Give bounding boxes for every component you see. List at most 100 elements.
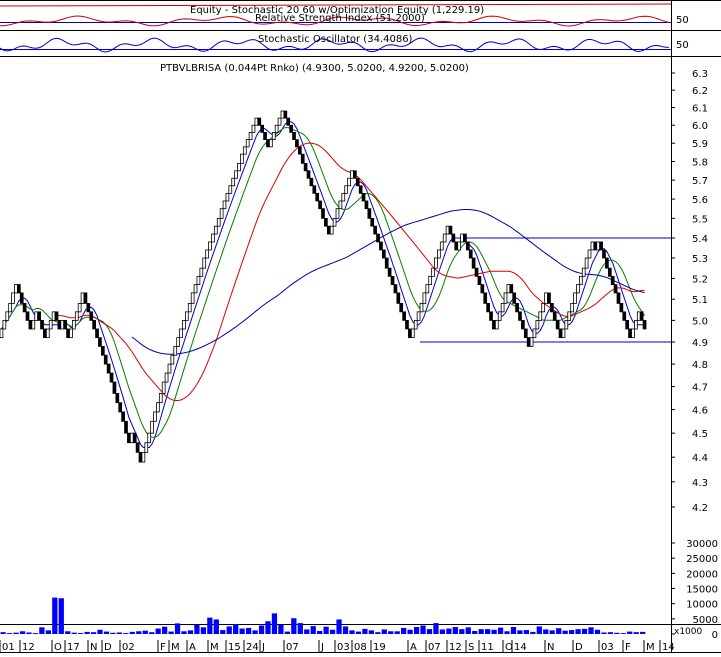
volume-bar [155,628,161,634]
volume-bar [45,630,51,634]
price-tick-label: 4.8 [692,360,708,371]
equity-tick-50: 50 [676,15,689,26]
volume-bar [278,624,284,634]
volume-bar [336,619,342,634]
brick-up [187,302,192,313]
brick-up [231,177,236,187]
volume-panel: 30000 25000 20000 15000 10000 5000 0 x1000 [0,539,718,641]
volume-bar [90,632,97,634]
price-panel: PTBVLBRISA (0.044Pt Rnko) (4.9300, 5.020… [0,63,708,514]
price-tick-label: 4.2 [692,503,708,514]
x-tick-label: 03 [337,642,350,653]
price-tick-label: 4.6 [692,406,708,417]
volume-bar [310,626,316,634]
brick-down [555,319,560,330]
brick-up [161,381,166,394]
volume-bar [446,628,452,634]
brick-up [503,292,508,304]
brick-up [248,131,253,140]
brick-down [127,432,131,444]
brick-down [263,131,267,140]
price-axis: 6.3 6.2 6.1 6.0 5.9 5.8 5.7 5.6 5.5 5.4 5.3 5.2 5.1 5… [671,69,708,514]
volume-bar [181,631,187,634]
brick-down [405,319,409,330]
brick-down [619,302,624,313]
brick-down [100,345,105,356]
brick-up [587,249,592,259]
brick-down [399,302,404,313]
brick-up [69,328,73,339]
brick-up [347,177,351,187]
brick-down [463,233,467,243]
volume-bar [627,631,633,634]
volume-bar [329,629,336,634]
x-tick-label: 03 [601,642,614,653]
brick-down [593,241,598,251]
brick-down [16,284,21,294]
volume-bar [491,629,497,634]
ma-long-line [131,209,645,355]
price-tick-label: 5.9 [692,139,708,150]
brick-up [541,302,546,313]
brick-down [112,381,117,394]
brick-up [202,257,207,269]
x-tick-label: A [189,642,196,653]
brick-down [468,249,473,259]
volume-tick-label: 10000 [686,600,718,611]
brick-up [48,319,53,330]
brick-down [451,233,456,243]
brick-up [251,124,256,133]
brick-up [590,241,595,251]
volume-bar [607,632,613,634]
brick-up [567,311,572,321]
brick-down [92,319,96,330]
brick-down [106,363,111,374]
brick-up [457,241,462,251]
volume-bar [194,624,200,634]
price-tick-label: 5.2 [692,274,708,285]
brick-up [176,337,181,347]
brick-up [277,117,282,126]
volume-bar [452,627,458,634]
volume-tick-label: 20000 [686,569,718,580]
volume-bar [271,613,278,634]
volume-axis: 30000 25000 20000 15000 10000 5000 0 [671,539,718,641]
brick-down [448,225,453,235]
brick-up [14,284,18,294]
x-tick-label: N [547,642,554,653]
volume-bar [523,630,530,634]
brick-down [257,117,262,126]
volume-bar [588,627,594,634]
volume-tick-label: 15000 [686,585,718,596]
price-tick-label: 6.1 [692,104,708,115]
volume-bar [52,597,58,634]
brick-down [353,170,357,179]
brick-up [329,225,334,235]
volume-bar [116,632,123,634]
brick-down [512,292,517,304]
volume-bar [439,629,446,634]
brick-up [196,275,201,285]
stoch-tick-50: 50 [676,40,689,51]
price-tick-label: 6.2 [692,86,708,97]
brick-up [538,311,543,321]
volume-bar [304,629,310,634]
volume-bar [575,629,581,634]
volume-bar [413,627,420,634]
brick-down [121,411,125,422]
price-tick-label: 4.4 [692,453,708,464]
brick-up [164,372,169,383]
brick-down [321,208,325,219]
brick-down [492,319,496,330]
brick-down [523,328,528,339]
brick-down [63,319,68,330]
brick-up [245,139,250,148]
x-tick-label: 19 [373,642,386,653]
brick-down [607,267,612,277]
brick-up [5,311,10,321]
brick-up [439,241,444,251]
volume-bar [568,630,575,634]
brick-up [228,185,233,194]
stoch-panel: Stochastic Oscillator (34.4086) 50 [0,34,689,53]
brick-up [274,124,279,133]
